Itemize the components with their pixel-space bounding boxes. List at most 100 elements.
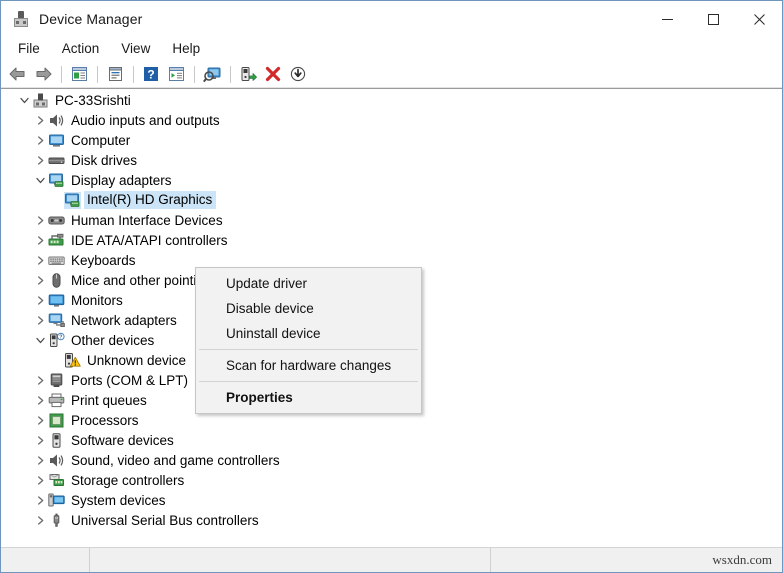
chevron-right-icon[interactable] [32,270,48,290]
disk-drive-icon [48,152,65,169]
context-menu-item-properties[interactable]: Properties [196,385,421,410]
toolbar: ? [1,61,782,88]
scan-hardware-changes-button[interactable] [200,63,224,85]
chevron-right-icon[interactable] [32,510,48,530]
menu-help[interactable]: Help [161,38,211,60]
port-icon [48,372,65,389]
toolbar-separator [194,65,195,83]
watermark-text: wsxdn.com [712,552,772,567]
tree-node-human-interface-devices[interactable]: Human Interface Devices [2,210,776,230]
chevron-right-icon[interactable] [32,210,48,230]
maximize-icon[interactable] [690,1,736,37]
tree-node-disk-drives[interactable]: Disk drives [2,150,776,170]
software-device-icon [48,432,65,449]
tree-node-label: Ports (COM & LPT) [71,372,189,388]
toolbar-separator [97,65,98,83]
toolbar-separator [61,65,62,83]
tree-node-storage-controllers[interactable]: Storage controllers [2,470,776,490]
update-driver-button[interactable] [236,63,260,85]
context-menu-separator [199,349,418,350]
ide-controller-icon [48,232,65,249]
device-manager-window: Device Manager File Action View Help ? P… [0,0,783,573]
tree-node-ide-ata-atapi-controllers[interactable]: IDE ATA/ATAPI controllers [2,230,776,250]
tree-node-label: Storage controllers [71,472,185,488]
status-cell-2 [90,548,491,572]
chevron-right-icon[interactable] [32,490,48,510]
display-adapter-icon [64,191,81,209]
context-menu-item-update-driver[interactable]: Update driver [196,271,421,296]
menu-file[interactable]: File [7,38,51,60]
console-tree-icon [71,67,87,81]
tree-node-universal-serial-bus-controllers[interactable]: Universal Serial Bus controllers [2,510,776,530]
printer-icon [48,392,65,409]
red-x-icon [265,66,281,82]
minimize-icon[interactable] [644,1,690,37]
context-menu-separator [199,381,418,382]
tree-node-label: Network adapters [71,312,177,328]
properties-button[interactable] [103,63,127,85]
chevron-right-icon[interactable] [32,470,48,490]
tree-node-label: Computer [71,132,131,148]
mouse-icon [48,272,65,289]
tree-scroll-gutter[interactable] [776,89,782,547]
tree-node-label: Display adapters [71,172,172,188]
toolbar-separator [133,65,134,83]
close-icon[interactable] [736,1,782,37]
device-context-menu: Update driver Disable device Uninstall d… [195,267,422,414]
update-driver-icon [241,66,257,81]
title-bar: Device Manager [1,1,782,37]
chevron-right-icon[interactable] [32,390,48,410]
tree-node-display-adapters[interactable]: Display adapters [2,170,776,190]
chevron-right-icon[interactable] [32,370,48,390]
status-bar: wsxdn.com [1,547,782,572]
tree-node-intel-hd-graphics[interactable]: Intel(R) HD Graphics [2,190,776,210]
client-area: PC-33Srishti Audio inputs and outputs Co… [1,88,782,547]
chevron-right-icon[interactable] [32,230,48,250]
forward-button[interactable] [31,63,55,85]
menu-action[interactable]: Action [51,38,111,60]
tree-node-audio-inputs-and-outputs[interactable]: Audio inputs and outputs [2,110,776,130]
tree-node-software-devices[interactable]: Software devices [2,430,776,450]
context-menu-item-scan-for-hardware-changes[interactable]: Scan for hardware changes [196,353,421,378]
unknown-device-warning-icon [64,352,81,369]
tree-node-label: Keyboards [71,252,136,268]
menu-view[interactable]: View [110,38,161,60]
chevron-right-icon[interactable] [32,430,48,450]
other-device-icon: ? [48,332,65,349]
chevron-right-icon[interactable] [32,130,48,150]
tree-node-pc-33srishti[interactable]: PC-33Srishti [2,90,776,110]
view-button[interactable] [164,63,188,85]
device-manager-icon [12,10,30,28]
tree-node-label: Other devices [71,332,155,348]
tree-node-system-devices[interactable]: System devices [2,490,776,510]
chevron-down-icon[interactable] [32,330,48,350]
chevron-down-icon[interactable] [16,90,32,110]
tree-node-label: Disk drives [71,152,138,168]
status-cell-1 [1,548,90,572]
view-list-icon [168,67,184,81]
chevron-right-icon[interactable] [32,410,48,430]
chevron-right-icon[interactable] [32,310,48,330]
keyboard-icon [48,252,65,269]
properties-window-icon [108,67,122,81]
chevron-right-icon[interactable] [32,110,48,130]
uninstall-device-button[interactable] [261,63,285,85]
chevron-right-icon[interactable] [32,250,48,270]
chevron-right-icon[interactable] [32,150,48,170]
tree-node-sound-video-and-game-controllers[interactable]: Sound, video and game controllers [2,450,776,470]
tree-node-label: IDE ATA/ATAPI controllers [71,232,228,248]
disable-device-button[interactable] [286,63,310,85]
context-menu-item-disable-device[interactable]: Disable device [196,296,421,321]
system-device-icon [48,492,65,509]
chevron-down-icon[interactable] [32,170,48,190]
chevron-right-icon[interactable] [32,450,48,470]
back-button[interactable] [6,63,30,85]
show-hide-console-tree-button[interactable] [67,63,91,85]
back-arrow-icon [9,67,25,81]
chevron-right-icon[interactable] [32,290,48,310]
speaker-icon [48,452,65,469]
tree-node-computer[interactable]: Computer [2,130,776,150]
processor-icon [48,412,65,429]
help-button[interactable]: ? [139,63,163,85]
context-menu-item-uninstall-device[interactable]: Uninstall device [196,321,421,346]
